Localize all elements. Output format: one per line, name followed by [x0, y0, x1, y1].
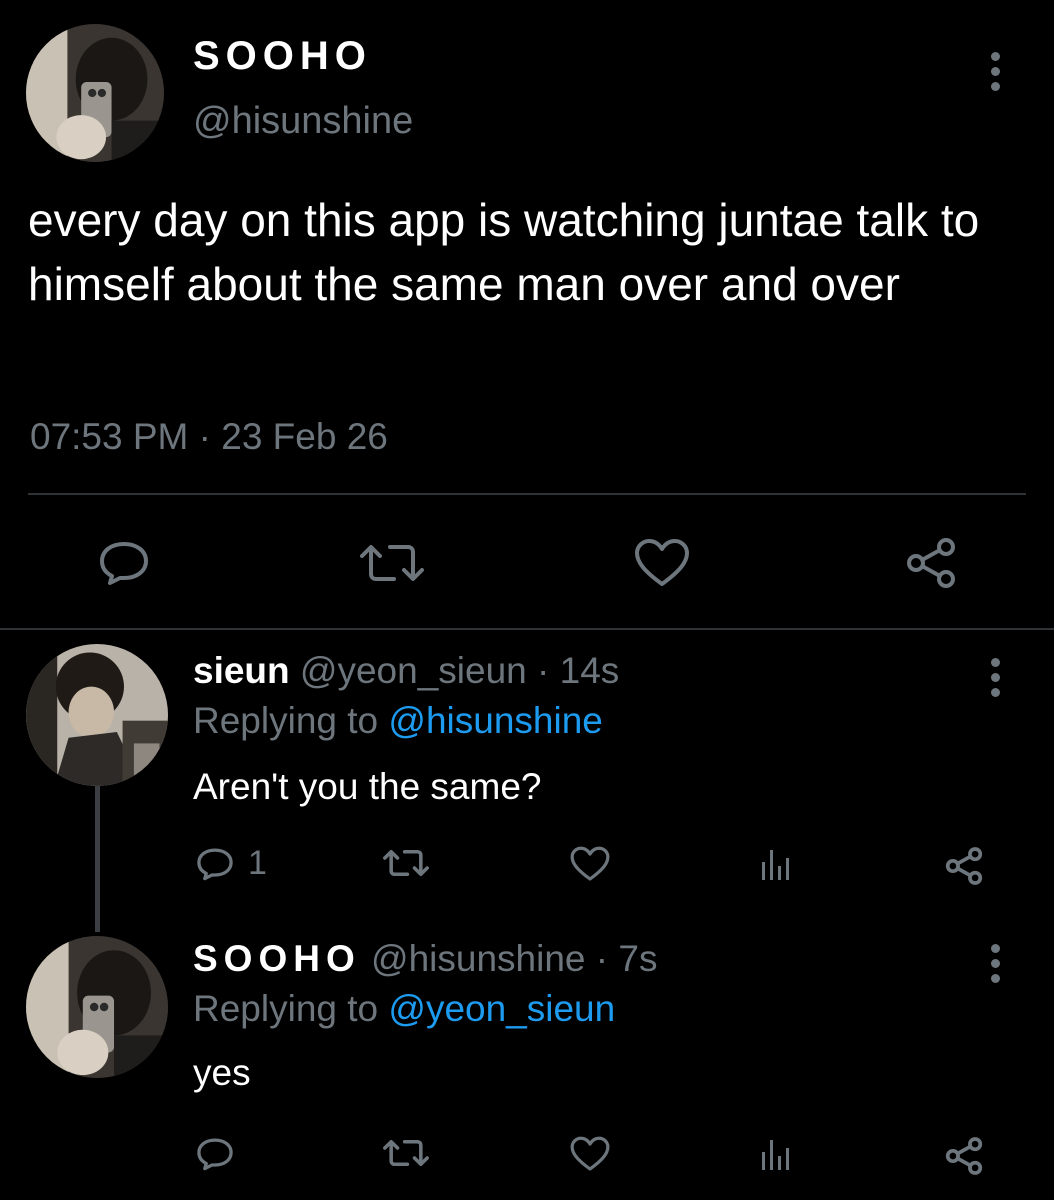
tweet-timestamp: 07:53 PM · 23 Feb 26 — [30, 416, 388, 457]
reply-icon[interactable] — [98, 540, 150, 586]
more-options-icon[interactable] — [988, 658, 1002, 697]
reply-time: · 7s — [595, 938, 658, 979]
divider — [28, 493, 1026, 495]
like-icon[interactable] — [570, 1136, 610, 1172]
share-icon[interactable] — [944, 846, 984, 886]
reply-time: · 14s — [537, 650, 620, 691]
tweet-text: every day on this app is watching juntae… — [28, 194, 980, 310]
avatar-photo — [26, 644, 168, 786]
avatar-photo — [26, 936, 168, 1078]
reply-header: SOOHO @hisunshine · 7s — [193, 938, 657, 980]
avatar[interactable] — [26, 644, 168, 786]
tweet-thread-page: SOOHO @hisunshine every day on this app … — [0, 0, 1054, 1200]
display-name[interactable]: sieun — [193, 650, 290, 691]
display-name[interactable]: SOOHO — [193, 34, 372, 79]
reply-header: sieun @yeon_sieun · 14s — [193, 650, 619, 692]
user-handle[interactable]: @hisunshine — [193, 100, 413, 143]
replying-to-line: Replying to @hisunshine — [193, 700, 603, 742]
replying-to-label: Replying to — [193, 700, 379, 741]
avatar-photo — [26, 24, 164, 162]
user-handle[interactable]: @hisunshine — [371, 938, 585, 979]
reply-tweet[interactable]: sieun @yeon_sieun · 14s Replying to @his… — [0, 630, 1054, 930]
reply-text: Aren't you the same? — [193, 766, 542, 807]
retweet-icon[interactable] — [358, 542, 426, 584]
reply-tweet[interactable]: SOOHO @hisunshine · 7s Replying to @yeon… — [0, 930, 1054, 1200]
mention-link[interactable]: @hisunshine — [388, 700, 602, 741]
like-icon[interactable] — [570, 846, 610, 882]
user-handle[interactable]: @yeon_sieun — [300, 650, 527, 691]
share-icon[interactable] — [944, 1136, 984, 1176]
replying-to-line: Replying to @yeon_sieun — [193, 988, 615, 1030]
like-icon[interactable] — [634, 538, 690, 588]
avatar[interactable] — [26, 24, 164, 162]
reply-icon[interactable] — [196, 846, 234, 882]
avatar[interactable] — [26, 936, 168, 1078]
reply-count: 1 — [248, 844, 267, 882]
share-icon[interactable] — [904, 536, 958, 590]
more-options-icon[interactable] — [988, 52, 1002, 91]
retweet-icon[interactable] — [382, 1136, 430, 1170]
display-name[interactable]: SOOHO — [193, 938, 361, 979]
main-tweet: SOOHO @hisunshine every day on this app … — [0, 0, 1054, 630]
replying-to-label: Replying to — [193, 988, 379, 1029]
analytics-icon[interactable] — [758, 846, 796, 882]
retweet-icon[interactable] — [382, 846, 430, 880]
reply-text: yes — [193, 1052, 251, 1093]
more-options-icon[interactable] — [988, 944, 1002, 983]
mention-link[interactable]: @yeon_sieun — [388, 988, 615, 1029]
reply-icon[interactable] — [196, 1136, 234, 1172]
analytics-icon[interactable] — [758, 1136, 796, 1172]
